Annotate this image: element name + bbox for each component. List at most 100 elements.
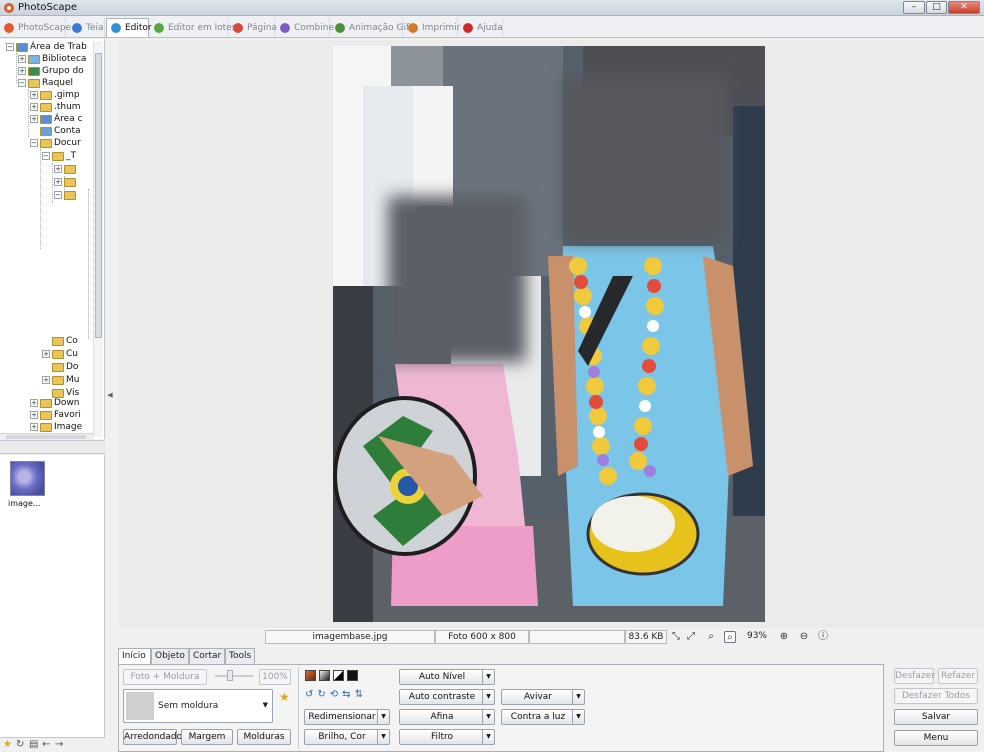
flip-vertical-icon[interactable]: ⇅ xyxy=(355,689,363,700)
resize-dropdown-icon[interactable]: ▼ xyxy=(377,710,389,724)
minimize-button[interactable]: – xyxy=(903,1,925,14)
tree-node[interactable]: + Down xyxy=(30,397,80,409)
frame-select[interactable]: Sem moldura ▼ xyxy=(123,689,273,723)
tree-node[interactable]: − _T xyxy=(42,150,76,162)
sepia-icon[interactable] xyxy=(305,670,316,681)
zoom-out-icon[interactable]: ⊖ xyxy=(798,631,810,643)
expand-icon[interactable]: + xyxy=(30,115,38,123)
redo-button[interactable]: Refazer xyxy=(938,668,978,684)
bottom-tab-tools[interactable]: Tools xyxy=(225,648,255,664)
negative-icon[interactable] xyxy=(347,670,358,681)
tab-page[interactable]: Página xyxy=(229,18,277,37)
frame-size-slider-handle[interactable] xyxy=(227,670,233,681)
brightness-dropdown-icon[interactable]: ▼ xyxy=(377,730,389,744)
collapse-icon[interactable]: − xyxy=(6,43,14,51)
tree-node[interactable]: Do xyxy=(42,361,78,373)
margin-button[interactable]: Margem xyxy=(181,729,233,745)
tree-node[interactable]: + .gimp xyxy=(30,89,80,101)
brighten-dropdown-icon[interactable]: ▼ xyxy=(572,690,584,704)
auto-level-button[interactable]: Auto Nível ▼ xyxy=(399,669,495,685)
rotate-left-icon[interactable]: ↺ xyxy=(305,689,313,700)
tree-node[interactable]: + xyxy=(54,163,78,175)
bottom-tab-inicio[interactable]: Início xyxy=(118,648,151,665)
auto-level-dropdown-icon[interactable]: ▼ xyxy=(482,670,494,684)
tree-node[interactable]: + Cu xyxy=(42,348,78,360)
collapse-icon[interactable]: − xyxy=(18,79,26,87)
tab-print[interactable]: Imprimir xyxy=(404,18,460,37)
zoom-in-icon[interactable]: ⊕ xyxy=(778,631,790,643)
tree-node[interactable]: + Mu xyxy=(42,374,79,386)
zoom-actual-icon[interactable]: ⌕ xyxy=(724,631,736,643)
tree-scroll-thumb[interactable] xyxy=(95,53,102,338)
favorite-frame-icon[interactable]: ★ xyxy=(279,691,291,703)
expand-icon[interactable]: + xyxy=(30,411,38,419)
tree-node[interactable]: + Área c xyxy=(30,113,83,125)
tree-node[interactable]: − Docur xyxy=(30,137,81,149)
black-white-icon[interactable] xyxy=(333,670,344,681)
bottom-tab-cortar[interactable]: Cortar xyxy=(189,648,225,664)
photo-frame-button[interactable]: Foto + Moldura xyxy=(123,669,207,685)
rotate-free-icon[interactable]: ⟲ xyxy=(330,689,338,700)
tree-node[interactable]: + Biblioteca xyxy=(18,53,86,65)
folder-tree[interactable]: − Área de Trab + Biblioteca + Grupo do − Raquel… xyxy=(0,39,105,439)
expand-icon[interactable]: + xyxy=(42,350,50,358)
expand-icon[interactable]: + xyxy=(30,423,38,431)
tree-node[interactable]: + .thum xyxy=(30,101,81,113)
fit-to-window-icon[interactable]: ⤡ xyxy=(670,631,682,643)
tab-combine[interactable]: Combine xyxy=(276,18,334,37)
thumbnail-image[interactable] xyxy=(10,461,45,496)
tab-help[interactable]: Ajuda xyxy=(459,18,503,37)
menu-button[interactable]: Menu xyxy=(894,730,978,746)
frame-size-slider[interactable] xyxy=(215,675,253,677)
editor-canvas[interactable] xyxy=(118,40,984,628)
collapse-icon[interactable]: − xyxy=(42,152,50,160)
sharpen-button[interactable]: Afina ▼ xyxy=(399,709,495,725)
collapse-icon[interactable]: − xyxy=(30,139,38,147)
expand-icon[interactable]: + xyxy=(54,178,62,186)
round-corners-button[interactable]: Arredondado xyxy=(123,729,182,745)
brighten-button[interactable]: Avivar ▼ xyxy=(501,689,585,705)
brightness-color-button[interactable]: Brilho, Cor ▼ xyxy=(304,729,390,745)
filter-dropdown-icon[interactable]: ▼ xyxy=(482,730,494,744)
actual-size-icon[interactable]: ⤢ xyxy=(685,631,697,643)
backlight-button[interactable]: Contra a luz ▼ xyxy=(501,709,585,725)
tree-node[interactable]: Conta xyxy=(30,125,81,137)
tree-vertical-scrollbar[interactable] xyxy=(93,41,103,437)
frames-button[interactable]: Molduras xyxy=(237,729,291,745)
resize-button[interactable]: Redimensionar ▼ xyxy=(304,709,390,725)
favorite-icon[interactable]: ★ xyxy=(3,740,13,750)
maximize-button[interactable]: □ xyxy=(926,1,947,14)
folder-view-icon[interactable]: ▤ xyxy=(29,740,39,750)
back-icon[interactable]: ← xyxy=(42,740,52,750)
expand-icon[interactable]: + xyxy=(18,67,26,75)
grayscale-icon[interactable] xyxy=(319,670,330,681)
tree-horizontal-scrollbar[interactable] xyxy=(0,433,93,440)
tree-hscroll-thumb[interactable] xyxy=(6,435,86,439)
tree-node[interactable]: + Grupo do xyxy=(18,65,84,77)
backlight-dropdown-icon[interactable]: ▼ xyxy=(572,710,584,724)
expand-icon[interactable]: + xyxy=(42,376,50,384)
panel-splitter[interactable] xyxy=(0,440,105,454)
auto-contrast-button[interactable]: Auto contraste ▼ xyxy=(399,689,495,705)
undo-button[interactable]: Desfazer xyxy=(894,668,935,684)
tree-node[interactable]: − Raquel xyxy=(18,77,73,89)
tab-gif[interactable]: Animação Gif xyxy=(331,18,409,37)
bottom-tab-objeto[interactable]: Objeto xyxy=(151,648,189,664)
expand-icon[interactable]: + xyxy=(18,55,26,63)
tree-node[interactable]: − xyxy=(54,189,78,201)
tab-photoscape[interactable]: PhotoScape xyxy=(0,18,71,37)
rotate-right-icon[interactable]: ↻ xyxy=(317,689,325,700)
zoom-value-field[interactable]: 100% xyxy=(259,669,291,685)
edited-photo[interactable] xyxy=(333,46,765,622)
tree-node[interactable]: + Favori xyxy=(30,409,81,421)
save-button[interactable]: Salvar xyxy=(894,709,978,725)
auto-contrast-dropdown-icon[interactable]: ▼ xyxy=(482,690,494,704)
expand-icon[interactable]: + xyxy=(30,91,38,99)
tree-node[interactable]: − Área de Trab xyxy=(6,41,87,53)
undo-all-button[interactable]: Desfazer Todos xyxy=(894,688,978,704)
info-icon[interactable]: ⓘ xyxy=(817,631,829,643)
expand-icon[interactable]: + xyxy=(54,165,62,173)
sharpen-dropdown-icon[interactable]: ▼ xyxy=(482,710,494,724)
expand-icon[interactable]: + xyxy=(30,103,38,111)
tree-node[interactable]: Co xyxy=(42,335,78,347)
